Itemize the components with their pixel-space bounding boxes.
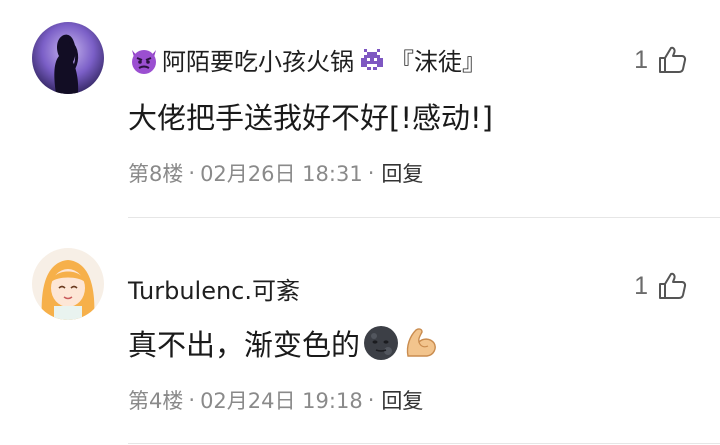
- avatar[interactable]: [32, 248, 104, 320]
- username-text: Turbulenc.可紊: [128, 277, 301, 305]
- comment-meta: 第4楼 · 02月24日 19:18 · 回复: [128, 385, 423, 415]
- separator: ·: [188, 161, 196, 185]
- avatar-image: [32, 22, 104, 94]
- comment-item: 阿陌要吃小孩火锅 『沫徒』 大佬把手送我好不好[!感动!] 第8楼 · 02月2…: [0, 0, 720, 217]
- angry-devil-emoji: [128, 44, 160, 76]
- thumbs-up-icon: [659, 46, 687, 73]
- like-button[interactable]: 1: [634, 44, 688, 76]
- separator: ·: [367, 388, 375, 412]
- like-button[interactable]: 1: [634, 270, 688, 302]
- username-suffix: 『沫徒』: [390, 48, 486, 76]
- divider: [128, 443, 720, 444]
- floor-label: 第8楼: [128, 162, 184, 186]
- comment-text-content: 大佬把手送我好不好[!感动!]: [128, 101, 493, 135]
- comment-item: Turbulenc.可紊 真不出，渐变色的 第4楼 · 02月24日 19:18…: [0, 218, 720, 445]
- floor-label: 第4楼: [128, 389, 184, 413]
- avatar-image: [32, 248, 104, 320]
- timestamp: 02月24日 19:18: [200, 389, 363, 413]
- avatar[interactable]: [32, 22, 104, 94]
- reply-button[interactable]: 回复: [381, 158, 423, 188]
- thumbs-up-icon: [659, 272, 687, 299]
- username-text: 阿陌要吃小孩火锅: [162, 48, 354, 76]
- username[interactable]: Turbulenc.可紊: [128, 271, 300, 306]
- new-moon-face-emoji: [362, 324, 400, 362]
- space-invader-emoji: [356, 44, 388, 76]
- separator: ·: [188, 388, 196, 412]
- username[interactable]: 阿陌要吃小孩火锅 『沫徒』: [128, 42, 486, 77]
- comment-text: 大佬把手送我好不好[!感动!]: [128, 95, 493, 137]
- comment-text: 真不出，渐变色的: [128, 322, 440, 364]
- comment-text-content: 真不出，渐变色的: [128, 328, 361, 362]
- comment-meta: 第8楼 · 02月26日 18:31 · 回复: [128, 158, 423, 188]
- separator: ·: [367, 161, 375, 185]
- timestamp: 02月26日 18:31: [200, 162, 363, 186]
- flexed-biceps-emoji: [402, 324, 440, 362]
- like-count: 1: [634, 271, 648, 300]
- like-count: 1: [634, 45, 648, 74]
- reply-button[interactable]: 回复: [381, 385, 423, 415]
